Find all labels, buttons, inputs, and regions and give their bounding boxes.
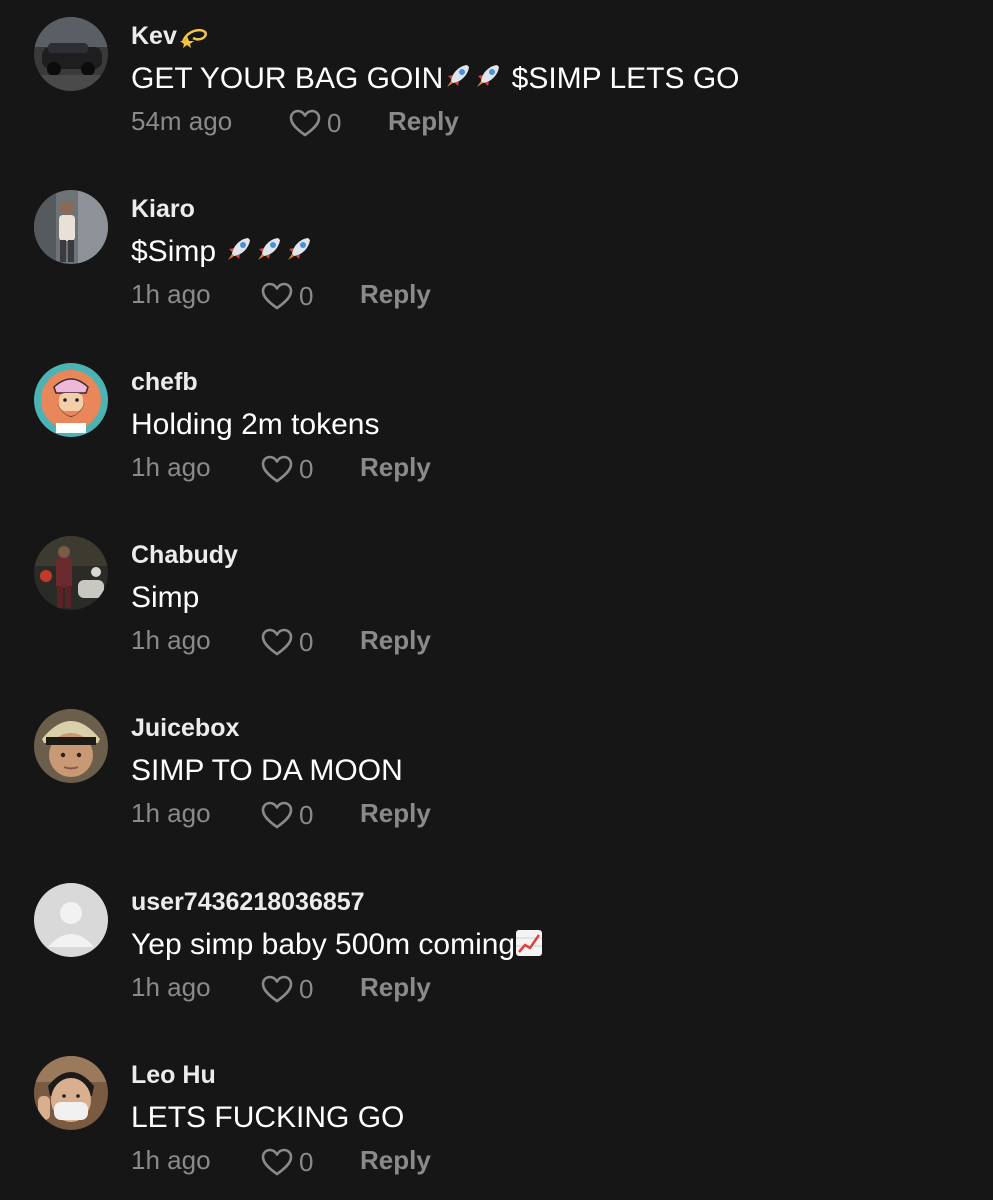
heart-icon [289,109,321,137]
person-photo-image [34,190,108,264]
chart-increasing-icon [516,930,543,956]
heart-icon [261,1148,293,1176]
comment-list: Kev GET YOUR BAG GOIN $SIMP LETS GO 54m … [0,0,993,1200]
comment-time: 1h ago [131,972,211,1002]
heart-icon [261,282,293,310]
comment-text: Simp [131,581,200,614]
rocket-icon [228,238,251,260]
reply-button[interactable]: Reply [360,797,431,829]
comment-text: $Simp [131,234,314,273]
selfie-photo-image [34,709,108,783]
comment-username[interactable]: Leo Hu [131,1060,216,1090]
rocket-icon [447,65,470,87]
comment-username[interactable]: Kev [131,21,209,51]
comment-item: chefb Holding 2m tokens 1h ago 0 Reply [0,363,993,503]
comment-time: 1h ago [131,625,211,655]
heart-icon [261,975,293,1003]
like-count: 0 [299,627,314,657]
like-count: 0 [299,974,314,1004]
comment-text: Holding 2m tokens [131,408,380,441]
avatar[interactable] [34,190,108,264]
comment-time: 1h ago [131,1145,211,1175]
dizzy-icon [179,28,207,48]
comment-meta: 1h ago 0 Reply [131,278,831,312]
comment-time: 54m ago [131,106,233,136]
comment-time: 1h ago [131,798,211,828]
comment-meta: 54m ago 0 Reply [131,105,831,139]
comment-text: LETS FUCKING GO [131,1101,405,1134]
like-count: 0 [299,800,314,830]
masked-person-photo-image [34,1056,108,1130]
comment-text: Yep simp baby 500m coming [131,927,543,963]
comment-item: user7436218036857 Yep simp baby 500m com… [0,883,993,1023]
comment-text: GET YOUR BAG GOIN $SIMP LETS GO [131,62,740,95]
default-avatar-icon [34,883,108,957]
comment-username[interactable]: user7436218036857 [131,887,365,917]
rocket-icon [288,238,311,260]
rocket-icon [477,65,500,87]
heart-icon [261,628,293,656]
comment-text: SIMP TO DA MOON [131,754,403,787]
heart-icon [261,455,293,483]
comment-username[interactable]: chefb [131,367,198,397]
comment-username[interactable]: Kiaro [131,194,195,224]
avatar[interactable] [34,1056,108,1130]
reply-button[interactable]: Reply [360,451,431,483]
comment-meta: 1h ago 0 Reply [131,451,831,485]
car-photo-image [34,17,108,91]
avatar[interactable] [34,363,108,437]
like-count: 0 [327,108,342,138]
comment-username[interactable]: Juicebox [131,713,239,743]
rocket-icon [258,238,281,260]
comment-meta: 1h ago 0 Reply [131,797,831,831]
person-suit-photo-image [34,536,108,610]
comment-item: Leo Hu LETS FUCKING GO 1h ago 0 Reply [0,1056,993,1196]
comment-meta: 1h ago 0 Reply [131,971,831,1005]
reply-button[interactable]: Reply [360,1144,431,1176]
like-count: 0 [299,1147,314,1177]
reply-button[interactable]: Reply [360,278,431,310]
comment-item: Kiaro $Simp 1h ago 0 Reply [0,190,993,330]
comment-item: Kev GET YOUR BAG GOIN $SIMP LETS GO 54m … [0,17,993,157]
comment-item: Juicebox SIMP TO DA MOON 1h ago 0 Reply [0,709,993,849]
reply-button[interactable]: Reply [360,971,431,1003]
avatar[interactable] [34,536,108,610]
reply-button[interactable]: Reply [388,105,459,137]
avatar[interactable] [34,709,108,783]
comment-item: Chabudy Simp 1h ago 0 Reply [0,536,993,676]
comment-username[interactable]: Chabudy [131,540,238,570]
reply-button[interactable]: Reply [360,624,431,656]
avatar[interactable] [34,17,108,91]
comment-meta: 1h ago 0 Reply [131,624,831,658]
comment-meta: 1h ago 0 Reply [131,1144,831,1178]
heart-icon [261,801,293,829]
cartoon-chef-image [34,363,108,437]
comment-time: 1h ago [131,279,211,309]
like-count: 0 [299,454,314,484]
comment-time: 1h ago [131,452,211,482]
like-count: 0 [299,281,314,311]
avatar[interactable] [34,883,108,957]
